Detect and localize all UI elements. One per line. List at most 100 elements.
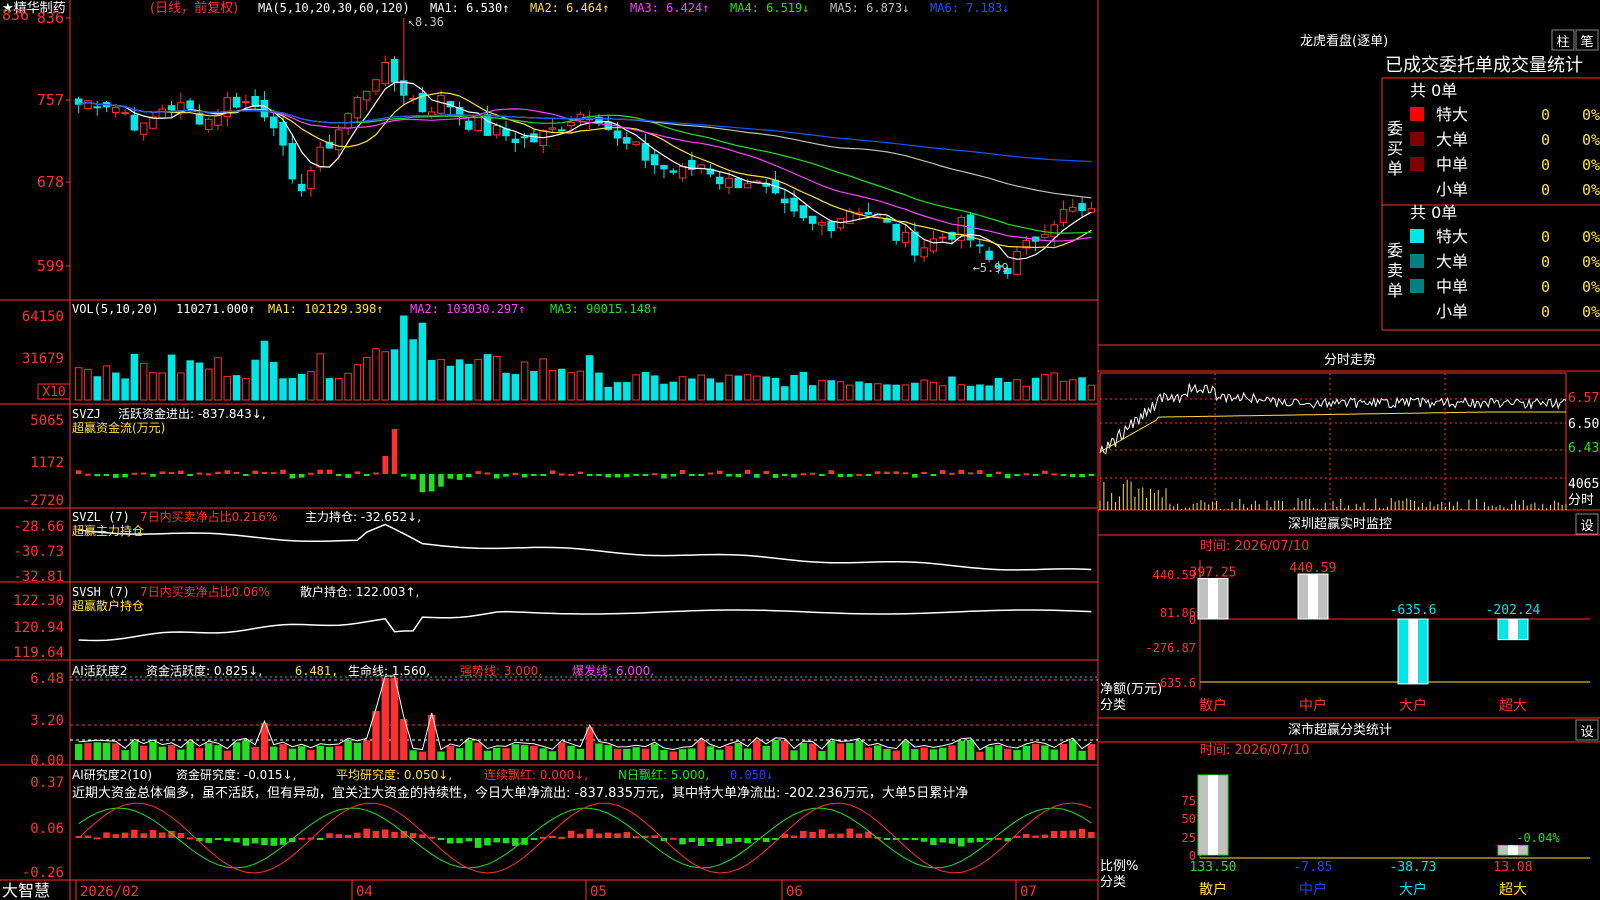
price-tick-label: 678: [37, 173, 64, 191]
buy-side-label: 单: [1387, 159, 1403, 178]
volume-bar: [204, 368, 213, 401]
activity-bar: [743, 748, 752, 760]
vol-unit: X10: [42, 385, 65, 400]
volume-bar: [279, 378, 287, 401]
sz1-ylabel2: 分类: [1100, 698, 1126, 713]
activity-bar: [511, 744, 520, 760]
sz2-time: 时间: 2026/07/10: [1200, 743, 1309, 758]
research-bar: [595, 833, 603, 838]
volume-bar: [678, 376, 687, 401]
buy-count: 共 0单: [1410, 81, 1457, 100]
activity-bar: [660, 750, 668, 760]
volume-bar: [753, 375, 761, 401]
research-bar: [149, 830, 157, 838]
activity-bar: [186, 741, 194, 760]
research-bar: [1023, 833, 1030, 838]
research-bar: [948, 838, 956, 844]
ma4-value: MA4: 6.519↓: [730, 1, 809, 15]
fund-flow-bar: [298, 474, 305, 478]
fund-flow-bar: [1042, 470, 1048, 474]
fund-flow-bar: [967, 472, 974, 475]
order-color-swatch: [1410, 132, 1424, 146]
sz2-tick: 75: [1182, 794, 1196, 808]
volume-bar: [158, 372, 167, 401]
candle-body: [1050, 224, 1058, 238]
candle-body: [530, 133, 538, 143]
order-color-swatch: [1410, 254, 1424, 268]
volume-bar: [483, 354, 492, 401]
volume-bar: [985, 385, 993, 401]
svsh-ratio: 7日内买卖净占比0.06%: [140, 584, 270, 599]
research-bar: [177, 832, 185, 838]
volume-bar: [808, 385, 817, 401]
sz1-cat-label: 超大: [1499, 698, 1527, 714]
activity-bar: [474, 742, 482, 760]
volume-bar: [112, 372, 120, 401]
activity-bar: [149, 741, 157, 760]
buy-row-pct: 0%: [1582, 181, 1600, 199]
fund-flow-bar: [763, 471, 769, 474]
volume-bar: [232, 375, 241, 401]
fenshi-frame: [1099, 372, 1567, 511]
research-bar: [474, 838, 482, 848]
activity-bar: [112, 743, 120, 760]
volume-bar: [223, 376, 232, 401]
lhb-header: 已成交委托单成交量统计: [1385, 55, 1583, 76]
fund-flow-bar: [373, 472, 379, 475]
volume-bar: [836, 381, 845, 401]
activity-bar: [688, 748, 696, 760]
vol-tick-label: 64150: [22, 309, 64, 325]
activity-bar: [650, 744, 659, 760]
volume-bar: [177, 372, 185, 401]
sz2-value-label: -38.73: [1390, 860, 1437, 875]
volume-bar: [1087, 384, 1096, 401]
activity-bar: [195, 748, 204, 760]
ma-title: MA(5,10,20,30,60,120): [258, 1, 410, 15]
fund-flow-bar: [614, 474, 621, 478]
svsh-title: SVSH (7): [72, 585, 130, 599]
fund-flow-bar: [345, 474, 351, 478]
fenshi-unit: 分时: [1568, 493, 1594, 508]
volume-bar: [539, 358, 547, 401]
candle-body: [808, 215, 817, 224]
bar-mode-label: 柱: [1556, 35, 1569, 50]
main-holding-line: [78, 523, 1092, 571]
activity-bar: [725, 745, 733, 760]
candle-body: [985, 250, 993, 260]
fund-flow-bar: [280, 469, 286, 474]
activity-bar: [632, 747, 640, 760]
research-bar: [670, 837, 677, 840]
ma6-value: MA6: 7.183↓: [930, 1, 1009, 15]
sell-row-vol: 0: [1541, 228, 1550, 246]
volume-bar: [604, 386, 612, 401]
volume-bar: [335, 377, 343, 401]
sz1-bar-highlight: [1508, 619, 1518, 640]
candle-body: [715, 176, 724, 185]
candle-body: [976, 244, 984, 247]
research-bar: [1032, 835, 1039, 838]
research-bar: [131, 829, 138, 838]
vol-ma2: MA2: 103030.297↑: [410, 302, 526, 316]
svzl-sub: 超赢主力持仓: [72, 523, 144, 538]
volume-bar: [418, 322, 427, 401]
research-bar: [558, 836, 566, 839]
sz2-value-label: 133.50: [1190, 860, 1237, 875]
candle-body: [511, 138, 520, 143]
volume-bar: [446, 365, 455, 401]
research-bar: [651, 835, 658, 838]
fund-flow-bar: [122, 474, 128, 478]
research-bar: [762, 838, 770, 842]
stock-chart[interactable]: 836757678599↖8.36←5.99★精华制药 (日线，前复权) MA(5,…: [0, 0, 1600, 900]
fund-flow-bar: [308, 472, 314, 475]
volume-bar: [650, 375, 659, 401]
sz2-tick: 50: [1182, 812, 1196, 826]
activity-bar: [325, 746, 334, 760]
candle-body: [641, 142, 650, 161]
candle-body: [390, 58, 399, 83]
price-tick-label: 757: [37, 91, 64, 109]
ai2-tick-label: -0.26: [22, 865, 64, 881]
sz2-cat-label: 大户: [1399, 881, 1427, 898]
research-bar: [809, 831, 816, 838]
sz1-bar-label: -635.6: [1390, 603, 1437, 618]
svsh-holding: 散户持仓: 122.003↑,: [300, 584, 419, 599]
